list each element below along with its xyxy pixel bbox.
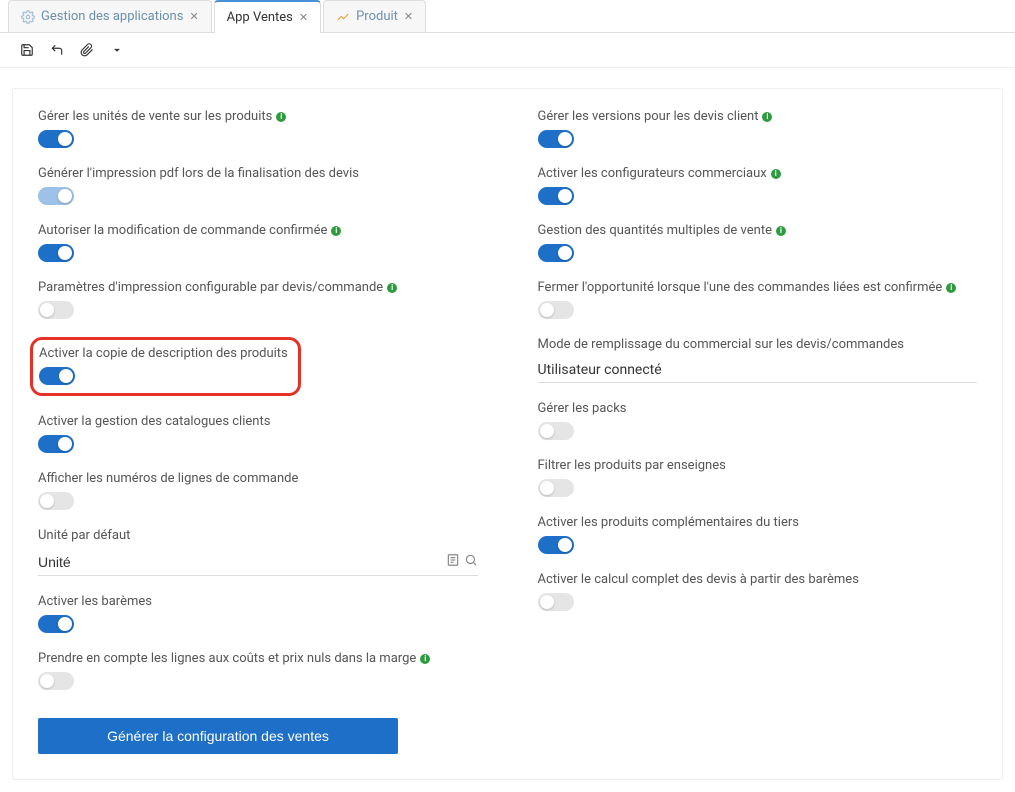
- toggle-multiqty[interactable]: [538, 244, 574, 262]
- gear-icon: [21, 10, 35, 24]
- highlight-box: Activer la copie de description des prod…: [30, 337, 301, 396]
- dropdown-caret-icon[interactable]: [110, 43, 124, 57]
- setting-label: Gérer les unités de vente sur les produi…: [38, 109, 272, 124]
- tab-app-management[interactable]: Gestion des applications ✕: [8, 0, 212, 32]
- setting-versions: Gérer les versions pour les devis client…: [538, 109, 978, 148]
- toggle-copydesc[interactable]: [39, 367, 75, 385]
- attachment-icon[interactable]: [80, 43, 94, 57]
- right-column: Gérer les versions pour les devis client…: [538, 109, 978, 754]
- chart-icon: [336, 10, 350, 24]
- setting-packs: Gérer les packs: [538, 401, 978, 440]
- setting-label: Afficher les numéros de lignes de comman…: [38, 471, 298, 486]
- setting-label: Générer l'impression pdf lors de la fina…: [38, 166, 359, 181]
- setting-marge: Prendre en compte les lignes aux coûts e…: [38, 651, 478, 690]
- setting-label: Gestion des quantités multiples de vente: [538, 223, 772, 238]
- setting-label: Prendre en compte les lignes aux coûts e…: [38, 651, 416, 666]
- info-icon[interactable]: i: [387, 283, 397, 293]
- search-icon[interactable]: [464, 553, 478, 571]
- toolbar: [0, 33, 1015, 68]
- setting-mode-remplissage: Mode de remplissage du commercial sur le…: [538, 337, 978, 383]
- setting-label: Fermer l'opportunité lorsque l'une des c…: [538, 280, 943, 295]
- setting-calc: Activer le calcul complet des devis à pa…: [538, 572, 978, 611]
- info-icon[interactable]: i: [946, 283, 956, 293]
- toggle-linenum[interactable]: [38, 492, 74, 510]
- setting-configurators: Activer les configurateurs commerciaux i: [538, 166, 978, 205]
- toggle-pdf: [38, 187, 74, 205]
- setting-label: Activer la gestion des catalogues client…: [38, 414, 270, 429]
- left-column: Gérer les unités de vente sur les produi…: [38, 109, 478, 754]
- setting-label: Activer le calcul complet des devis à pa…: [538, 572, 859, 587]
- tab-app-ventes[interactable]: App Ventes ✕: [214, 0, 321, 33]
- close-icon[interactable]: ✕: [189, 10, 198, 23]
- info-icon[interactable]: i: [762, 112, 772, 122]
- close-icon[interactable]: ✕: [404, 10, 413, 23]
- tab-label: App Ventes: [227, 10, 293, 25]
- setting-copydesc: Activer la copie de description des prod…: [38, 337, 478, 396]
- toggle-marge[interactable]: [38, 672, 74, 690]
- setting-baremes: Activer les barèmes: [38, 594, 478, 633]
- info-icon[interactable]: i: [331, 226, 341, 236]
- setting-label: Activer la copie de description des prod…: [39, 346, 288, 361]
- setting-label: Gérer les versions pour les devis client: [538, 109, 759, 124]
- setting-linenum: Afficher les numéros de lignes de comman…: [38, 471, 478, 510]
- tab-label: Produit: [356, 9, 398, 24]
- info-icon[interactable]: i: [776, 226, 786, 236]
- toggle-catalog[interactable]: [38, 435, 74, 453]
- tab-produit[interactable]: Produit ✕: [323, 0, 426, 32]
- generate-config-button[interactable]: Générer la configuration des ventes: [38, 718, 398, 754]
- mode-remplissage-value[interactable]: Utilisateur connecté: [538, 362, 978, 378]
- setting-filter: Filtrer les produits par enseignes: [538, 458, 978, 497]
- setting-label: Activer les barèmes: [38, 594, 152, 609]
- setting-label: Activer les configurateurs commerciaux: [538, 166, 767, 181]
- setting-closeopp: Fermer l'opportunité lorsque l'une des c…: [538, 280, 978, 319]
- info-icon[interactable]: i: [276, 112, 286, 122]
- setting-catalog: Activer la gestion des catalogues client…: [38, 414, 478, 453]
- unit-default-input[interactable]: [38, 554, 446, 570]
- setting-printcfg: Paramètres d'impression configurable par…: [38, 280, 478, 319]
- lookup-icon[interactable]: [446, 553, 460, 571]
- setting-multiqty: Gestion des quantités multiples de vente…: [538, 223, 978, 262]
- setting-unit-default: Unité par défaut: [38, 528, 478, 576]
- setting-label: Filtrer les produits par enseignes: [538, 458, 726, 473]
- setting-compl: Activer les produits complémentaires du …: [538, 515, 978, 554]
- setting-label: Gérer les packs: [538, 401, 627, 416]
- setting-units: Gérer les unités de vente sur les produi…: [38, 109, 478, 148]
- setting-label: Mode de remplissage du commercial sur le…: [538, 337, 905, 352]
- settings-panel: Gérer les unités de vente sur les produi…: [12, 88, 1003, 780]
- setting-pdf: Générer l'impression pdf lors de la fina…: [38, 166, 478, 205]
- info-icon[interactable]: i: [771, 169, 781, 179]
- toggle-confirm[interactable]: [38, 244, 74, 262]
- toggle-calc[interactable]: [538, 593, 574, 611]
- toggle-units[interactable]: [38, 130, 74, 148]
- undo-icon[interactable]: [50, 43, 64, 57]
- setting-label: Activer les produits complémentaires du …: [538, 515, 799, 530]
- close-icon[interactable]: ✕: [299, 11, 308, 24]
- toggle-printcfg[interactable]: [38, 301, 74, 319]
- toggle-configurators[interactable]: [538, 187, 574, 205]
- setting-label: Autoriser la modification de commande co…: [38, 223, 327, 238]
- setting-label: Paramètres d'impression configurable par…: [38, 280, 383, 295]
- toggle-closeopp[interactable]: [538, 301, 574, 319]
- toggle-baremes[interactable]: [38, 615, 74, 633]
- setting-label: Unité par défaut: [38, 528, 130, 543]
- tabs-bar: Gestion des applications ✕ App Ventes ✕ …: [0, 0, 1015, 33]
- save-icon[interactable]: [20, 43, 34, 57]
- toggle-versions[interactable]: [538, 130, 574, 148]
- toggle-filter[interactable]: [538, 479, 574, 497]
- toggle-compl[interactable]: [538, 536, 574, 554]
- toggle-packs[interactable]: [538, 422, 574, 440]
- tab-label: Gestion des applications: [41, 9, 183, 24]
- info-icon[interactable]: i: [420, 654, 430, 664]
- setting-confirm: Autoriser la modification de commande co…: [38, 223, 478, 262]
